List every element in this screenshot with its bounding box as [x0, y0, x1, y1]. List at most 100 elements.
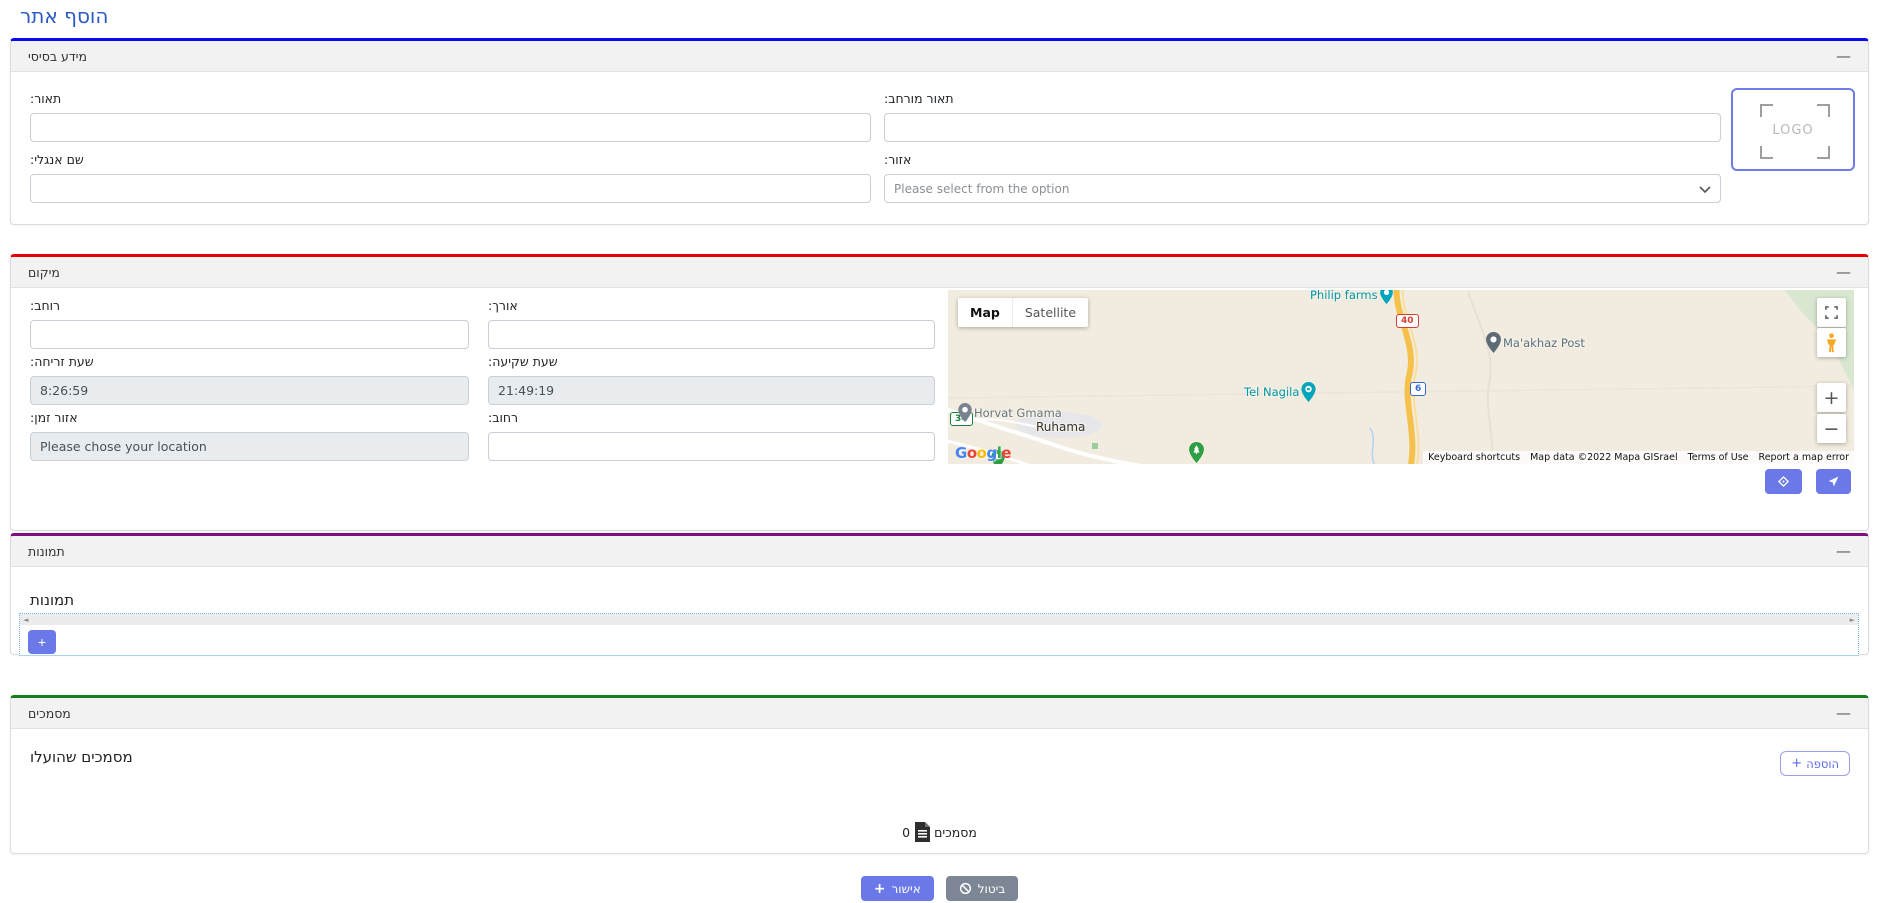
map-pegman-button[interactable]	[1817, 328, 1846, 357]
map-tab[interactable]: Map	[958, 298, 1012, 327]
section-documents-header: מסמכים —	[11, 698, 1868, 729]
section-basic-header: מידע בסיסי —	[11, 41, 1868, 72]
sunrise-input	[30, 376, 469, 405]
street-input[interactable]	[488, 432, 935, 461]
longitude-input[interactable]	[488, 320, 935, 349]
sunrise-field: שעת זריחה:	[30, 354, 469, 405]
collapse-icon[interactable]: —	[1836, 49, 1851, 64]
description-input[interactable]	[30, 113, 871, 142]
terms-of-use-link[interactable]: Terms of Use	[1683, 451, 1754, 464]
poi-tel-nagila[interactable]: Tel Nagila	[1244, 382, 1316, 402]
region-label: אזור:	[884, 152, 1721, 167]
description-field: תאור:	[30, 91, 871, 142]
plus-icon: +	[1791, 756, 1802, 771]
poi-philip-farms[interactable]: Philip farms	[1310, 290, 1393, 304]
latitude-label: רוחב:	[30, 298, 469, 313]
map-zoom-out-button[interactable]: −	[1817, 414, 1846, 443]
sunset-input	[488, 376, 935, 405]
satellite-tab[interactable]: Satellite	[1012, 298, 1088, 327]
longitude-field: אורך:	[488, 298, 935, 349]
timezone-field: אזור זמן:	[30, 410, 469, 461]
google-map[interactable]: Philip farms 40 6 34 Tel Nagila Ma'akhaz…	[948, 290, 1854, 464]
map-fullscreen-button[interactable]	[1817, 298, 1846, 327]
map-pin-icon	[1301, 382, 1316, 402]
section-documents-title: מסמכים	[28, 706, 71, 721]
latitude-field: רוחב:	[30, 298, 469, 349]
cancel-button[interactable]: ביטול	[946, 876, 1019, 901]
google-logo[interactable]: Google	[955, 444, 1011, 462]
region-select-placeholder: Please select from the option	[894, 182, 1069, 196]
add-image-button[interactable]: +	[28, 630, 56, 654]
sunrise-label: שעת זריחה:	[30, 354, 469, 369]
section-images: תמונות — תמונות ◄ ► +	[10, 533, 1869, 655]
scroll-right-icon[interactable]: ►	[1850, 616, 1855, 624]
poi-maakhaz-post[interactable]: Ma'akhaz Post	[1486, 332, 1585, 353]
logo-upload-box[interactable]: LOGO	[1731, 88, 1855, 171]
latitude-input[interactable]	[30, 320, 469, 349]
map-pin-icon	[1486, 332, 1501, 353]
street-label: רחוב:	[488, 410, 935, 425]
extended-description-input[interactable]	[884, 113, 1721, 142]
documents-count-label: מסמכים	[934, 825, 977, 840]
section-images-header: תמונות —	[11, 536, 1868, 567]
poi-tree-marker[interactable]	[1189, 442, 1204, 463]
section-location-header: מיקום —	[11, 257, 1868, 288]
logo-placeholder-text: LOGO	[1770, 123, 1816, 138]
extended-description-label: תאור מורחב:	[884, 91, 1721, 106]
keyboard-shortcuts-link[interactable]: Keyboard shortcuts	[1423, 451, 1525, 464]
section-location-title: מיקום	[28, 265, 60, 280]
route-badge-6: 6	[1410, 382, 1426, 396]
english-name-label: שם אנגלי:	[30, 152, 871, 167]
longitude-label: אורך:	[488, 298, 935, 313]
footer-actions: + אישור ביטול	[0, 876, 1879, 901]
document-icon	[914, 822, 930, 842]
uploaded-documents-label: מסמכים שהועלו	[30, 748, 133, 766]
english-name-input[interactable]	[30, 174, 871, 203]
map-type-control: Map Satellite	[958, 298, 1088, 327]
section-basic-info: מידע בסיסי — תאור: תאור מורחב: שם אנגלי:…	[10, 38, 1869, 225]
poi-ruhama[interactable]: Ruhama	[1036, 420, 1085, 434]
images-label: תמונות	[30, 591, 74, 609]
collapse-icon[interactable]: —	[1836, 544, 1851, 559]
extended-description-field: תאור מורחב:	[884, 91, 1721, 142]
collapse-icon[interactable]: —	[1836, 706, 1851, 721]
section-location: מיקום — רוחב: אורך: שעת זריחה: שעת שקיעה…	[10, 254, 1869, 531]
documents-count-value: 0	[902, 825, 910, 840]
sunset-label: שעת שקיעה:	[488, 354, 935, 369]
locate-me-button[interactable]	[1816, 469, 1851, 494]
timezone-input	[30, 432, 469, 461]
english-name-field: שם אנגלי:	[30, 152, 871, 203]
page-title: הוסף אתר	[20, 4, 108, 28]
description-label: תאור:	[30, 91, 871, 106]
show-on-map-button[interactable]	[1765, 469, 1802, 494]
plus-icon: +	[874, 881, 886, 897]
route-badge-40: 40	[1396, 314, 1419, 328]
documents-count: 0 מסמכים	[11, 822, 1868, 842]
chevron-down-icon	[1699, 179, 1711, 198]
map-attribution: Keyboard shortcuts Map data ©2022 Mapa G…	[1423, 451, 1854, 464]
add-document-button[interactable]: + הוספה	[1780, 751, 1850, 776]
collapse-icon[interactable]: —	[1836, 265, 1851, 280]
images-strip: ◄ ► +	[19, 613, 1859, 656]
map-pin-icon	[1380, 290, 1393, 304]
timezone-label: אזור זמן:	[30, 410, 469, 425]
sunset-field: שעת שקיעה:	[488, 354, 935, 405]
street-field: רחוב:	[488, 410, 935, 461]
scroll-left-icon[interactable]: ◄	[23, 616, 28, 624]
section-basic-title: מידע בסיסי	[28, 49, 87, 64]
ban-icon	[959, 882, 972, 895]
images-scrollbar[interactable]: ◄ ►	[20, 614, 1858, 625]
map-zoom-in-button[interactable]: +	[1817, 383, 1846, 412]
fullscreen-icon	[1825, 306, 1838, 319]
confirm-button[interactable]: + אישור	[861, 876, 934, 901]
section-documents: מסמכים — מסמכים שהועלו + הוספה 0 מסמכים	[10, 695, 1869, 854]
report-map-error-link[interactable]: Report a map error	[1754, 451, 1854, 464]
navigation-arrow-icon	[1827, 475, 1840, 488]
map-pin-icon	[958, 403, 972, 422]
tree-pin-icon	[1189, 442, 1204, 463]
map-data-text: Map data ©2022 Mapa GISrael	[1525, 451, 1682, 464]
region-field: אזור: Please select from the option	[884, 152, 1721, 203]
diamond-icon	[1777, 475, 1790, 488]
section-images-title: תמונות	[28, 544, 65, 559]
region-select[interactable]: Please select from the option	[884, 174, 1721, 203]
